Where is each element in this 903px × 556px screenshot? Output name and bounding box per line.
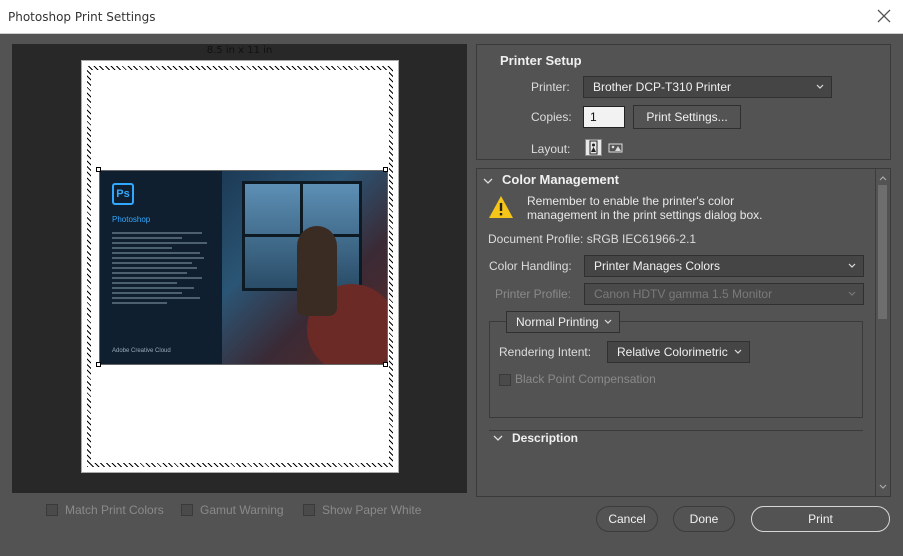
portrait-layout-icon[interactable]: [585, 139, 602, 156]
show-paper-white-label: Show Paper White: [322, 503, 422, 517]
copies-label: Copies:: [531, 110, 572, 124]
printer-select-value: Brother DCP-T310 Printer: [593, 80, 732, 94]
chevron-down-icon[interactable]: [483, 176, 493, 186]
color-management-note-line1: Remember to enable the printer's color: [527, 194, 735, 208]
paper-size-label: 8.5 in x 11 in: [206, 45, 273, 56]
print-settings-button[interactable]: Print Settings...: [633, 105, 741, 129]
scroll-up-icon[interactable]: [878, 173, 888, 183]
splash-credits: [112, 229, 212, 307]
color-management-note-line2: management in the print settings dialog …: [527, 208, 763, 222]
cancel-button[interactable]: Cancel: [596, 506, 658, 532]
print-dialog: 8.5 in x 11 in Ps Photoshop Adobe Creati…: [0, 34, 903, 556]
color-handling-select[interactable]: Printer Manages Colors: [584, 255, 864, 277]
window-title: Photoshop Print Settings: [8, 10, 156, 24]
splash-left-panel: Ps Photoshop Adobe Creative Cloud: [100, 171, 222, 364]
printer-profile-value: Canon HDTV gamma 1.5 Monitor: [594, 287, 773, 301]
resize-handle[interactable]: [383, 167, 388, 172]
printer-label: Printer:: [531, 80, 570, 94]
splash-artwork: [222, 171, 387, 364]
paper-sheet: Ps Photoshop Adobe Creative Cloud: [81, 60, 399, 473]
chevron-down-icon: [734, 349, 742, 354]
printer-setup-title: Printer Setup: [500, 53, 582, 68]
resize-handle[interactable]: [96, 362, 101, 367]
printing-mode-value: Normal Printing: [516, 315, 599, 329]
close-icon[interactable]: [875, 7, 893, 25]
rendering-intent-value: Relative Colorimetric: [617, 345, 728, 359]
show-paper-white-checkbox[interactable]: [303, 504, 315, 516]
print-preview: 8.5 in x 11 in Ps Photoshop Adobe Creati…: [12, 44, 467, 493]
copies-input[interactable]: 1: [583, 106, 625, 128]
match-print-colors-label: Match Print Colors: [65, 503, 164, 517]
printer-select[interactable]: Brother DCP-T310 Printer: [583, 76, 832, 98]
chevron-down-icon[interactable]: [493, 433, 503, 443]
warning-icon: [489, 196, 513, 218]
scrollbar[interactable]: [875, 169, 889, 496]
match-print-colors-checkbox[interactable]: [46, 504, 58, 516]
photoshop-logo: Ps: [112, 183, 134, 205]
color-management-title: Color Management: [502, 172, 620, 187]
resize-handle[interactable]: [96, 167, 101, 172]
chevron-down-icon: [848, 263, 856, 268]
done-button[interactable]: Done: [673, 506, 735, 532]
document-profile-text: Document Profile: sRGB IEC61966-2.1: [488, 232, 697, 246]
printing-options-group: [489, 321, 863, 418]
scroll-down-icon[interactable]: [878, 482, 888, 492]
color-management-panel: Color Management Remember to enable the …: [476, 168, 891, 497]
color-handling-label: Color Handling:: [489, 259, 572, 273]
print-button[interactable]: Print: [751, 506, 890, 532]
black-point-compensation-label: Black Point Compensation: [515, 372, 656, 386]
title-bar: Photoshop Print Settings: [0, 0, 903, 34]
creative-cloud-label: Adobe Creative Cloud: [112, 348, 171, 354]
chevron-down-icon: [604, 319, 612, 324]
printer-profile-label: Printer Profile:: [495, 287, 572, 301]
black-point-compensation-checkbox: [499, 374, 511, 386]
chevron-down-icon: [816, 84, 824, 89]
layout-label: Layout:: [531, 142, 571, 156]
color-handling-value: Printer Manages Colors: [594, 259, 721, 273]
description-title: Description: [512, 431, 579, 445]
rendering-intent-label: Rendering Intent:: [499, 345, 592, 359]
splash-app-name: Photoshop: [112, 215, 151, 224]
gamut-warning-checkbox[interactable]: [181, 504, 193, 516]
scrollbar-thumb[interactable]: [878, 185, 887, 319]
resize-handle[interactable]: [383, 362, 388, 367]
gamut-warning-label: Gamut Warning: [200, 503, 284, 517]
image-preview[interactable]: Ps Photoshop Adobe Creative Cloud: [99, 170, 388, 365]
landscape-layout-icon[interactable]: [607, 139, 624, 156]
chevron-down-icon: [848, 291, 856, 296]
printer-profile-select: Canon HDTV gamma 1.5 Monitor: [584, 283, 864, 305]
artwork-figure: [297, 226, 337, 316]
printer-setup-panel: Printer Setup Printer: Brother DCP-T310 …: [476, 44, 891, 160]
rendering-intent-select[interactable]: Relative Colorimetric: [607, 341, 750, 363]
printing-mode-select[interactable]: Normal Printing: [506, 311, 620, 333]
